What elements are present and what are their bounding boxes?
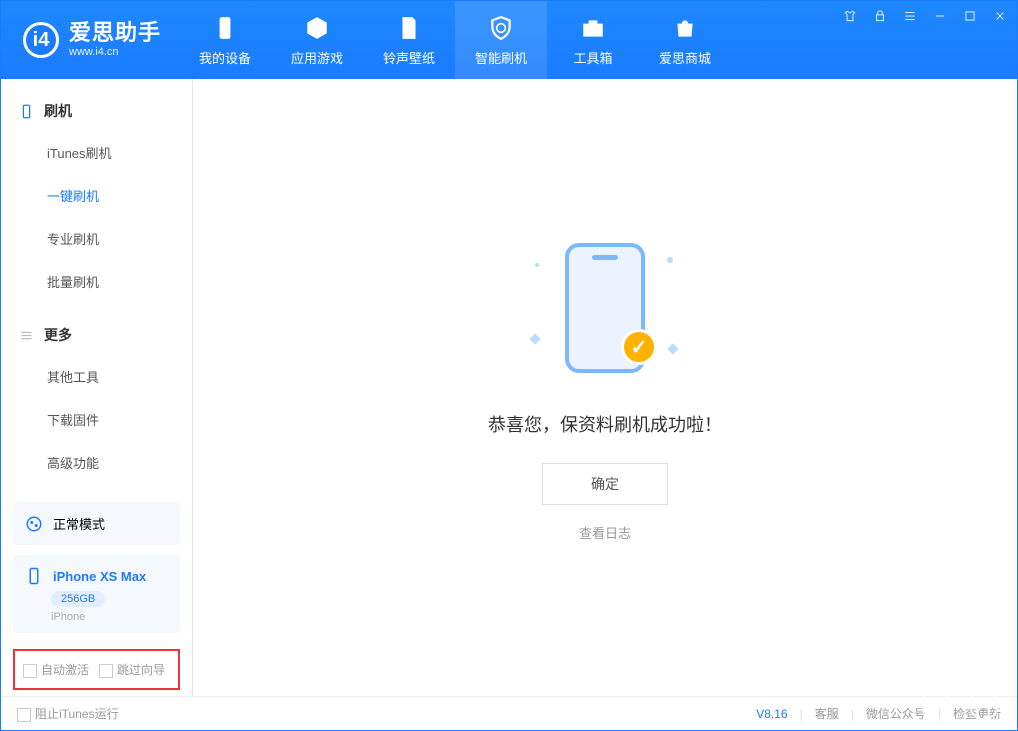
cube-icon <box>303 14 331 42</box>
skip-guide-checkbox[interactable]: 跳过向导 <box>99 661 165 678</box>
bag-icon <box>671 14 699 42</box>
mode-label: 正常模式 <box>53 514 105 533</box>
title-bar: i4 爱思助手 www.i4.cn 我的设备 应用游戏 铃声壁纸 智能刷机 <box>1 1 1017 79</box>
main-content: ✓ 恭喜您，保资料刷机成功啦！ 确定 查看日志 <box>193 79 1017 696</box>
mode-card[interactable]: 正常模式 <box>13 502 180 545</box>
app-window: i4 爱思助手 www.i4.cn 我的设备 应用游戏 铃声壁纸 智能刷机 <box>0 0 1018 731</box>
view-log-link[interactable]: 查看日志 <box>579 523 631 542</box>
sidebar-group-title: 更多 <box>44 325 72 345</box>
checkbox-label: 阻止iTunes运行 <box>35 707 119 721</box>
device-name: iPhone XS Max <box>53 569 146 584</box>
sidebar-group-more: 更多 <box>1 315 192 355</box>
success-illustration: ✓ <box>515 233 695 383</box>
nav-my-device[interactable]: 我的设备 <box>179 1 271 79</box>
nav-label: 智能刷机 <box>475 48 527 67</box>
nav-label: 应用游戏 <box>291 48 343 67</box>
close-button[interactable] <box>991 7 1009 25</box>
nav-apps-games[interactable]: 应用游戏 <box>271 1 363 79</box>
checkbox-label: 跳过向导 <box>117 663 165 677</box>
sidebar-group-flash: 刷机 <box>1 91 192 131</box>
header-right-icons <box>921 690 999 720</box>
main-nav: 我的设备 应用游戏 铃声壁纸 智能刷机 工具箱 爱思商城 <box>179 1 731 79</box>
shield-refresh-icon <box>487 14 515 42</box>
app-name: 爱思助手 <box>69 22 161 44</box>
nav-store[interactable]: 爱思商城 <box>639 1 731 79</box>
logo-icon: i4 <box>23 22 59 58</box>
toolbox-icon <box>579 14 607 42</box>
bottom-options: 自动激活 跳过向导 <box>13 649 180 690</box>
success-message: 恭喜您，保资料刷机成功啦！ <box>488 411 722 437</box>
menu-icon <box>19 328 34 343</box>
sidebar-item-batch-flash[interactable]: 批量刷机 <box>1 260 192 303</box>
sidebar-item-itunes-flash[interactable]: iTunes刷机 <box>1 131 192 174</box>
logo: i4 爱思助手 www.i4.cn <box>1 22 179 58</box>
sidebar: 刷机 iTunes刷机 一键刷机 专业刷机 批量刷机 更多 其他工具 下载固件 … <box>1 79 193 696</box>
nav-ringtone-wallpaper[interactable]: 铃声壁纸 <box>363 1 455 79</box>
footer-link-support[interactable]: 客服 <box>815 705 839 722</box>
app-url: www.i4.cn <box>69 47 161 58</box>
maximize-button[interactable] <box>961 7 979 25</box>
download-button[interactable] <box>921 690 951 720</box>
app-body: 刷机 iTunes刷机 一键刷机 专业刷机 批量刷机 更多 其他工具 下载固件 … <box>1 79 1017 696</box>
nav-toolbox[interactable]: 工具箱 <box>547 1 639 79</box>
phone-icon <box>25 567 43 585</box>
sidebar-item-other-tools[interactable]: 其他工具 <box>1 355 192 398</box>
nav-smart-flash[interactable]: 智能刷机 <box>455 1 547 79</box>
footer: 阻止iTunes运行 V8.16 | 客服 | 微信公众号 | 检查更新 <box>1 696 1017 730</box>
menu-icon[interactable] <box>901 7 919 25</box>
auto-activate-checkbox[interactable]: 自动激活 <box>23 661 89 678</box>
nav-label: 爱思商城 <box>659 48 711 67</box>
mode-icon <box>25 515 43 533</box>
phone-icon <box>19 104 34 119</box>
window-controls <box>841 7 1009 25</box>
sidebar-item-download-firmware[interactable]: 下载固件 <box>1 398 192 441</box>
block-itunes-checkbox[interactable]: 阻止iTunes运行 <box>17 705 119 722</box>
lock-icon[interactable] <box>871 7 889 25</box>
sidebar-item-advanced[interactable]: 高级功能 <box>1 441 192 484</box>
sidebar-group-title: 刷机 <box>44 101 72 121</box>
music-file-icon <box>395 14 423 42</box>
checkbox-label: 自动激活 <box>41 663 89 677</box>
check-icon: ✓ <box>621 329 657 365</box>
shirt-icon[interactable] <box>841 7 859 25</box>
device-type: iPhone <box>51 611 168 623</box>
footer-link-wechat[interactable]: 微信公众号 <box>866 705 926 722</box>
nav-label: 我的设备 <box>199 48 251 67</box>
sidebar-item-pro-flash[interactable]: 专业刷机 <box>1 217 192 260</box>
nav-label: 工具箱 <box>574 48 613 67</box>
device-icon <box>211 14 239 42</box>
nav-label: 铃声壁纸 <box>383 48 435 67</box>
version-label: V8.16 <box>756 707 787 721</box>
device-card[interactable]: iPhone XS Max 256GB iPhone <box>13 555 180 633</box>
user-button[interactable] <box>969 690 999 720</box>
storage-badge: 256GB <box>51 591 105 607</box>
ok-button[interactable]: 确定 <box>542 463 668 505</box>
sidebar-item-oneclick-flash[interactable]: 一键刷机 <box>1 174 192 217</box>
minimize-button[interactable] <box>931 7 949 25</box>
